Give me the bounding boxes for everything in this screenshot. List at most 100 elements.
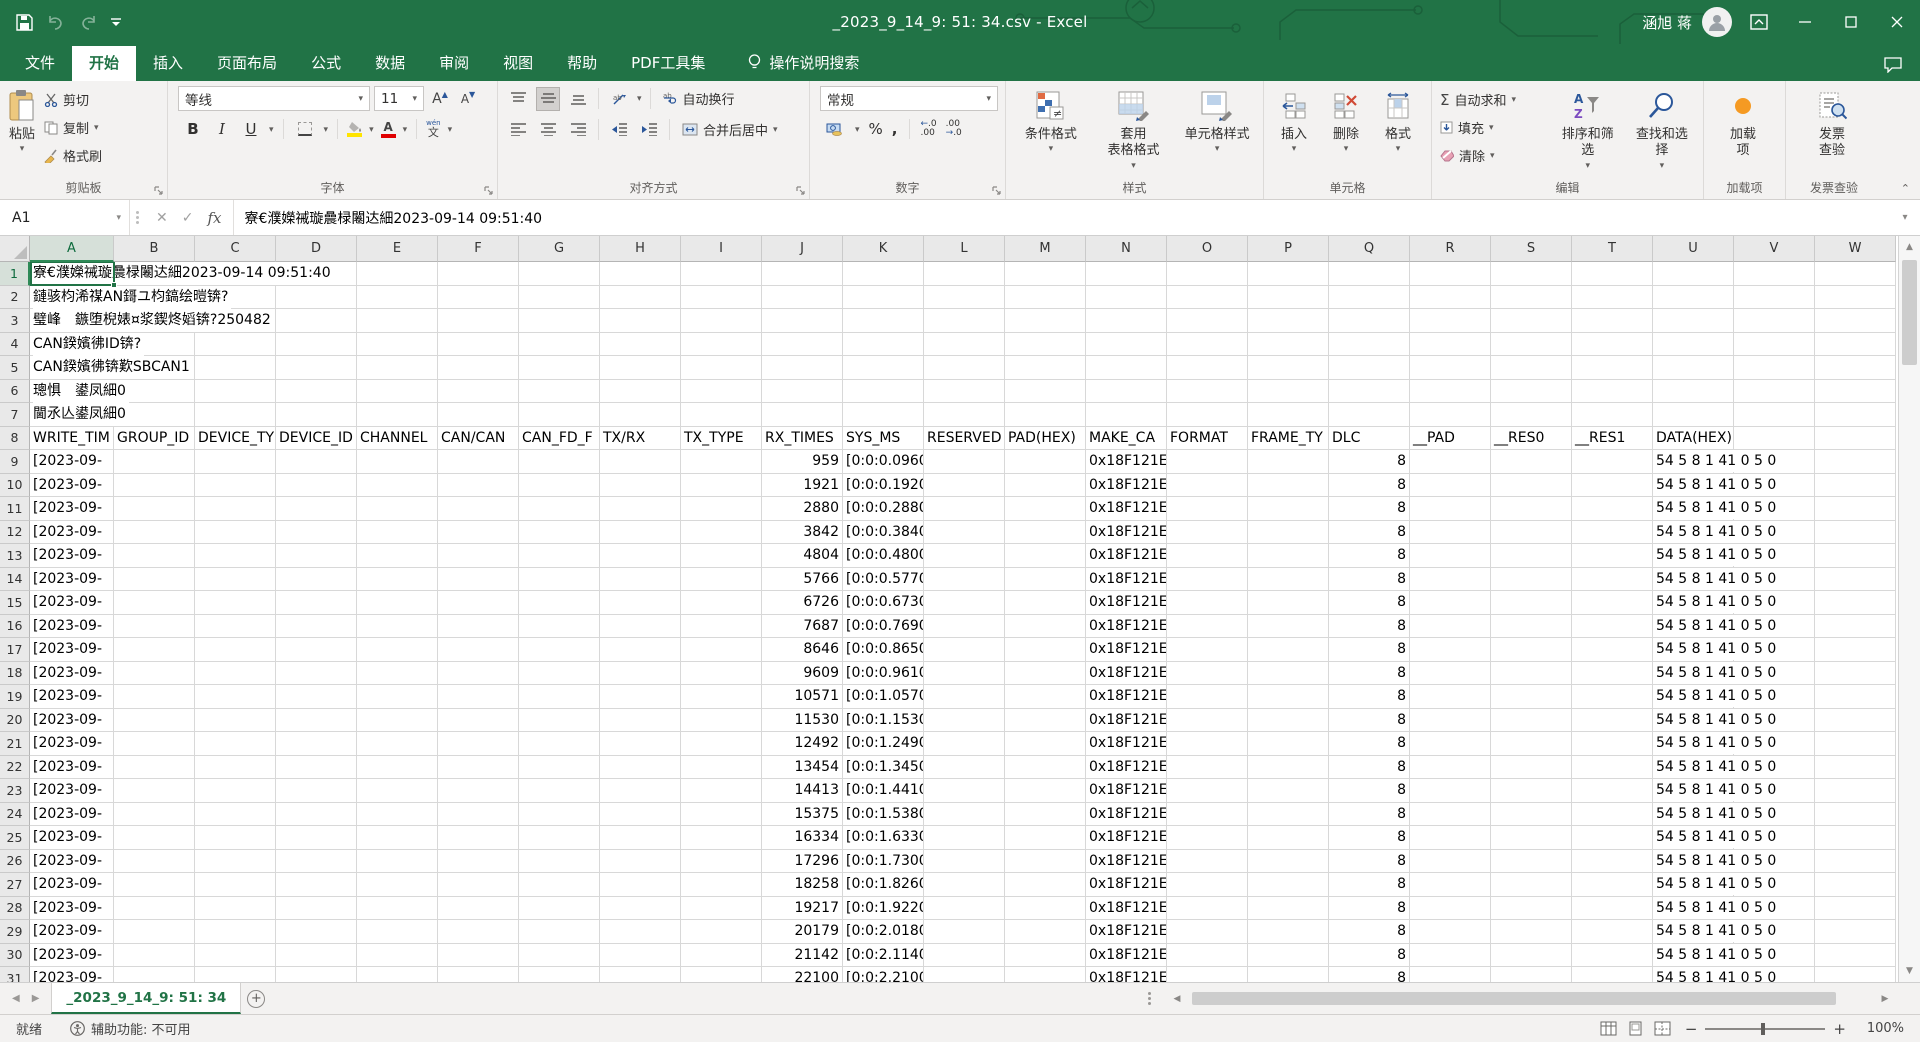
cell[interactable] [276,779,357,803]
cell[interactable] [1815,474,1896,498]
cell[interactable] [762,356,843,380]
font-name-select[interactable]: 等线▾ [178,86,370,111]
tab-formulas[interactable]: 公式 [294,46,358,81]
cell[interactable] [600,779,681,803]
cell[interactable] [1491,591,1572,615]
cell[interactable] [276,803,357,827]
format-as-table-button[interactable]: 套用 表格格式 ▾ [1092,84,1176,176]
row-number-22[interactable]: 22 [0,756,30,780]
cell[interactable] [195,944,276,968]
cell[interactable] [1572,779,1653,803]
cell[interactable] [1248,873,1329,897]
cell[interactable] [924,591,1005,615]
header-cell[interactable]: GROUP_ID [114,427,195,451]
horizontal-scrollbar[interactable]: ◀ ▶ [1168,987,1894,1010]
cell-styles-button[interactable]: 单元格样式 ▾ [1175,84,1259,176]
close-button[interactable] [1874,0,1920,44]
cell[interactable] [357,615,438,639]
cell[interactable] [681,286,762,310]
cell[interactable] [1086,262,1167,286]
cell[interactable] [519,826,600,850]
column-header-e[interactable]: E [357,236,438,262]
cell[interactable] [924,709,1005,733]
cell[interactable] [1005,333,1086,357]
cell[interactable] [1167,521,1248,545]
cell[interactable] [1410,944,1491,968]
cell[interactable] [519,262,600,286]
bold-button[interactable]: B [182,120,204,138]
cell[interactable] [600,450,681,474]
sort-filter-button[interactable]: AZ 排序和筛选 ▾ [1551,84,1625,176]
cell[interactable] [195,638,276,662]
cell[interactable] [1815,568,1896,592]
cell[interactable]: 8 [1329,662,1410,686]
cell[interactable] [1410,333,1491,357]
cell[interactable] [681,732,762,756]
clear-button[interactable]: 清除 ▾ [1436,143,1551,168]
cell[interactable] [1572,497,1653,521]
cell[interactable]: 8 [1329,638,1410,662]
cell[interactable] [1815,662,1896,686]
cell[interactable]: [2023-09- [30,591,114,615]
zoom-level[interactable]: 100% [1860,1021,1904,1036]
cell[interactable] [1734,333,1815,357]
cell[interactable] [1491,685,1572,709]
cell[interactable] [114,591,195,615]
header-cell[interactable]: RX_TIMES [762,427,843,451]
italic-button[interactable]: I [211,120,233,138]
header-cell[interactable]: CAN/CAN [438,427,519,451]
cell[interactable]: [2023-09- [30,897,114,921]
cell[interactable] [1167,615,1248,639]
cell[interactable] [276,685,357,709]
cell[interactable] [1491,826,1572,850]
cell[interactable] [1815,756,1896,780]
column-header-i[interactable]: I [681,236,762,262]
cell[interactable] [1410,309,1491,333]
paste-button[interactable]: 粘贴 ▾ [4,84,40,176]
cell[interactable] [1248,756,1329,780]
cell[interactable] [600,920,681,944]
formula-bar-splitter[interactable] [130,200,144,235]
cell[interactable] [924,685,1005,709]
cell[interactable] [357,732,438,756]
cell[interactable] [276,333,357,357]
cell[interactable] [1167,403,1248,427]
cell[interactable] [1005,709,1086,733]
cell[interactable] [195,356,276,380]
row-number-21[interactable]: 21 [0,732,30,756]
cell[interactable] [1653,262,1734,286]
cell[interactable] [438,779,519,803]
cell[interactable]: [0:0:0.6730 [843,591,924,615]
cell[interactable] [519,897,600,921]
collapse-ribbon-icon[interactable]: ⌃ [1901,182,1910,195]
cell[interactable] [1167,944,1248,968]
cell[interactable] [600,497,681,521]
cell[interactable] [1572,262,1653,286]
cell[interactable] [1005,920,1086,944]
cell[interactable] [1572,944,1653,968]
cell[interactable] [1410,403,1491,427]
cell[interactable] [195,803,276,827]
cell[interactable] [114,803,195,827]
cell[interactable] [1248,497,1329,521]
align-center-icon[interactable] [536,118,560,142]
cell[interactable] [276,403,357,427]
cell[interactable]: 19217 [762,897,843,921]
cell[interactable]: [0:0:2.2100 [843,967,924,982]
cell[interactable] [1410,685,1491,709]
cell[interactable] [1653,309,1734,333]
cell[interactable] [195,873,276,897]
invoice-check-button[interactable]: 发票 查验 [1790,84,1874,176]
cell[interactable] [1329,286,1410,310]
cell[interactable]: 8 [1329,944,1410,968]
cell[interactable] [195,920,276,944]
cell[interactable] [1329,262,1410,286]
cell[interactable] [1248,967,1329,982]
cell[interactable] [276,380,357,404]
cell[interactable]: [0:0:1.1530 [843,709,924,733]
comma-style-icon[interactable]: , [892,120,898,138]
cell[interactable] [1248,709,1329,733]
header-cell[interactable]: TX/RX [600,427,681,451]
cell[interactable] [681,850,762,874]
orientation-icon[interactable]: ab [607,87,631,111]
